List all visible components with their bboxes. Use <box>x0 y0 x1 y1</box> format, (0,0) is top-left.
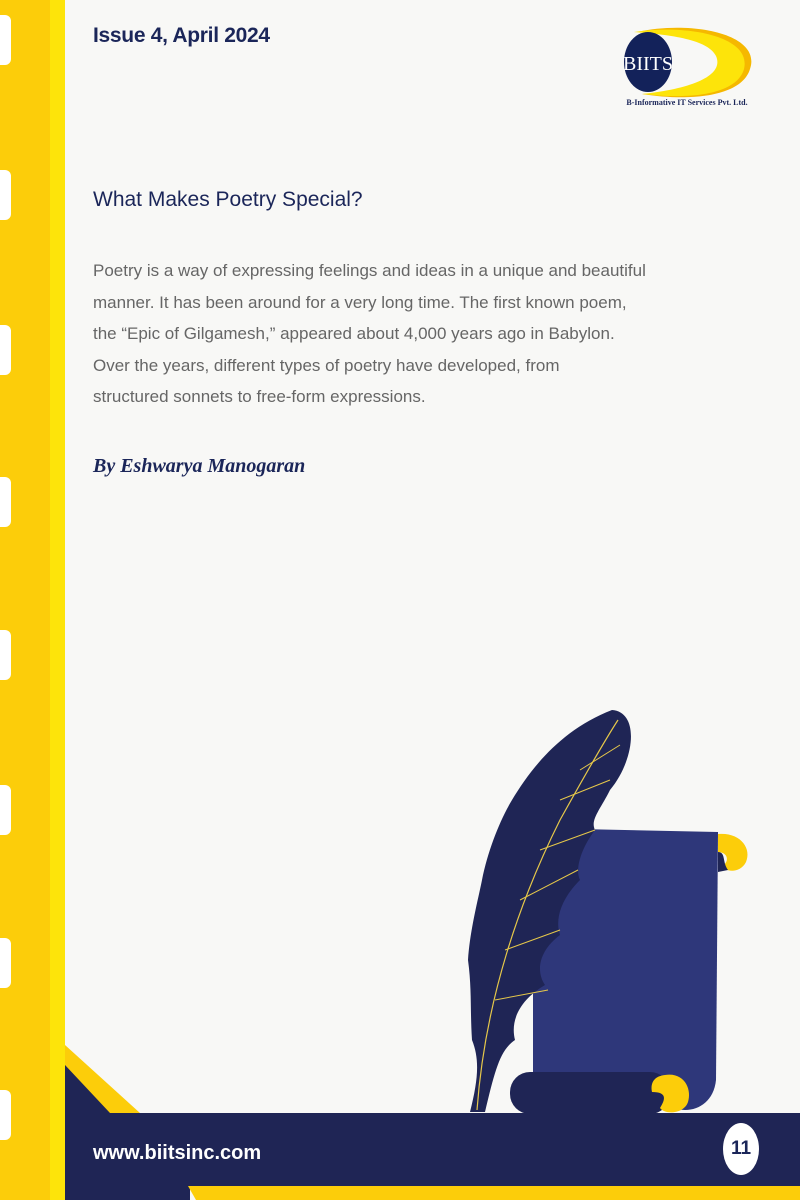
website-link[interactable]: www.biitsinc.com <box>93 1142 261 1165</box>
footer-stripe <box>188 1186 800 1200</box>
footer-and-illustration <box>65 710 800 1200</box>
page-number: 11 <box>723 1123 759 1175</box>
